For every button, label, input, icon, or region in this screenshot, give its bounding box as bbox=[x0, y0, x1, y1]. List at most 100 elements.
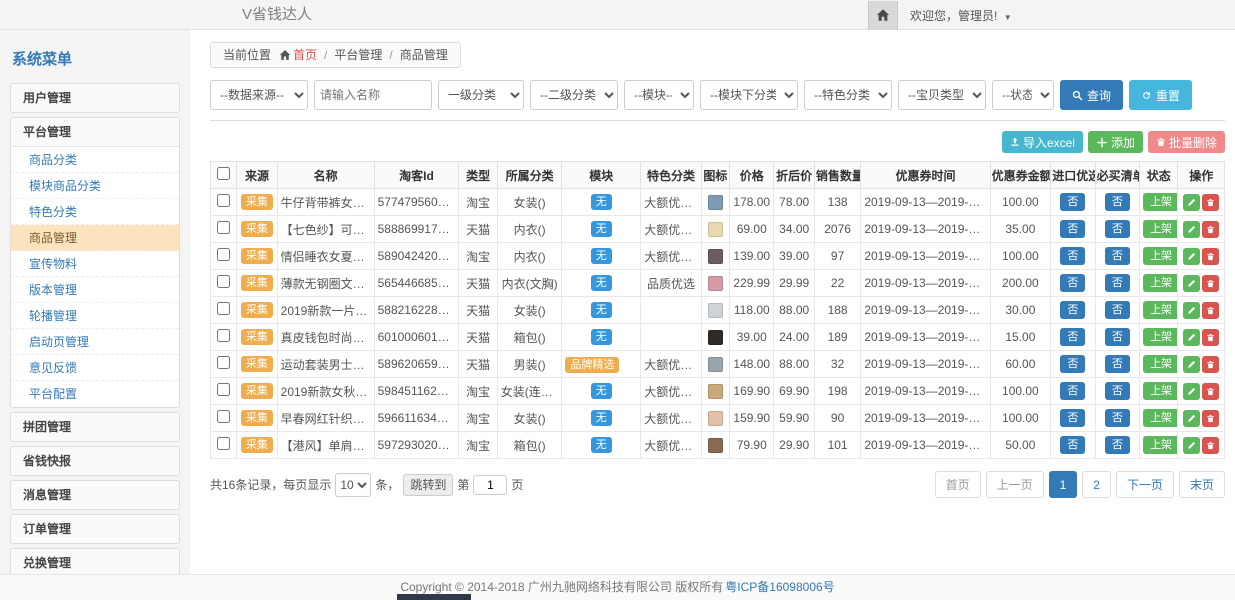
page-number-button[interactable]: 2 bbox=[1082, 471, 1111, 498]
delete-button[interactable] bbox=[1202, 221, 1219, 238]
import-select-toggle[interactable]: 否 bbox=[1060, 436, 1085, 454]
delete-button[interactable] bbox=[1202, 410, 1219, 427]
row-checkbox[interactable] bbox=[217, 437, 230, 450]
batch-delete-button[interactable]: 批量删除 bbox=[1148, 131, 1225, 153]
edit-button[interactable] bbox=[1183, 410, 1200, 427]
delete-button[interactable] bbox=[1202, 302, 1219, 319]
add-button[interactable]: ＋ 添加 bbox=[1088, 131, 1143, 153]
status-toggle[interactable]: 上架 bbox=[1143, 355, 1178, 373]
import-select-toggle[interactable]: 否 bbox=[1060, 193, 1085, 211]
status-toggle[interactable]: 上架 bbox=[1143, 220, 1178, 238]
row-checkbox[interactable] bbox=[217, 356, 230, 369]
edit-button[interactable] bbox=[1183, 194, 1200, 211]
sidebar-item[interactable]: 用户管理 bbox=[11, 84, 179, 112]
filter-select[interactable]: --数据来源-- bbox=[210, 80, 308, 110]
sidebar-subitem[interactable]: 平台配置 bbox=[11, 381, 179, 407]
delete-button[interactable] bbox=[1202, 194, 1219, 211]
sidebar-subitem[interactable]: 模块商品分类 bbox=[11, 173, 179, 199]
import-select-toggle[interactable]: 否 bbox=[1060, 355, 1085, 373]
sidebar-item[interactable]: 兑换管理 bbox=[11, 549, 179, 574]
row-checkbox[interactable] bbox=[217, 410, 230, 423]
delete-button[interactable] bbox=[1202, 383, 1219, 400]
edit-button[interactable] bbox=[1183, 248, 1200, 265]
sidebar-item[interactable]: 拼团管理 bbox=[11, 413, 179, 441]
filter-select[interactable]: --模块-- bbox=[624, 80, 694, 110]
last-page-button[interactable]: 末页 bbox=[1179, 471, 1225, 498]
filter-select[interactable]: 一级分类 bbox=[438, 80, 524, 110]
import-select-toggle[interactable]: 否 bbox=[1060, 247, 1085, 265]
row-checkbox[interactable] bbox=[217, 329, 230, 342]
filter-select[interactable]: --状态-- bbox=[992, 80, 1054, 110]
name-search-input[interactable] bbox=[314, 80, 432, 110]
edit-button[interactable] bbox=[1183, 383, 1200, 400]
import-select-toggle[interactable]: 否 bbox=[1060, 274, 1085, 292]
must-buy-toggle[interactable]: 否 bbox=[1105, 328, 1130, 346]
delete-button[interactable] bbox=[1202, 248, 1219, 265]
sidebar-subitem[interactable]: 商品分类 bbox=[11, 147, 179, 173]
sidebar-subitem[interactable]: 意见反馈 bbox=[11, 355, 179, 381]
status-toggle[interactable]: 上架 bbox=[1143, 436, 1178, 454]
must-buy-toggle[interactable]: 否 bbox=[1105, 436, 1130, 454]
row-checkbox[interactable] bbox=[217, 383, 230, 396]
filter-select[interactable]: --宝贝类型-- bbox=[898, 80, 986, 110]
row-checkbox[interactable] bbox=[217, 194, 230, 207]
sidebar-subitem[interactable]: 宣传物料 bbox=[11, 251, 179, 277]
user-menu[interactable]: 欢迎您，管理员! ▼ bbox=[910, 7, 1012, 24]
reset-button[interactable]: 重置 bbox=[1129, 80, 1192, 110]
per-page-select[interactable]: 10 bbox=[335, 473, 371, 497]
status-toggle[interactable]: 上架 bbox=[1143, 382, 1178, 400]
sidebar-subitem[interactable]: 商品管理 bbox=[11, 225, 179, 251]
icp-link[interactable]: 粤ICP备16098006号 bbox=[725, 580, 834, 594]
edit-button[interactable] bbox=[1183, 329, 1200, 346]
filter-select[interactable]: --特色分类-- bbox=[804, 80, 892, 110]
status-toggle[interactable]: 上架 bbox=[1143, 193, 1178, 211]
home-button[interactable] bbox=[868, 1, 898, 30]
sidebar-subitem[interactable]: 版本管理 bbox=[11, 277, 179, 303]
must-buy-toggle[interactable]: 否 bbox=[1105, 220, 1130, 238]
import-excel-button[interactable]: 导入excel bbox=[1002, 131, 1083, 153]
prev-page-button[interactable]: 上一页 bbox=[986, 471, 1044, 498]
sidebar-item[interactable]: 消息管理 bbox=[11, 481, 179, 509]
must-buy-toggle[interactable]: 否 bbox=[1105, 355, 1130, 373]
filter-select[interactable]: --模块下分类-- bbox=[700, 80, 798, 110]
sidebar-subitem[interactable]: 启动页管理 bbox=[11, 329, 179, 355]
edit-button[interactable] bbox=[1183, 437, 1200, 454]
next-page-button[interactable]: 下一页 bbox=[1116, 471, 1174, 498]
status-toggle[interactable]: 上架 bbox=[1143, 409, 1178, 427]
sidebar-subitem[interactable]: 特色分类 bbox=[11, 199, 179, 225]
must-buy-toggle[interactable]: 否 bbox=[1105, 193, 1130, 211]
must-buy-toggle[interactable]: 否 bbox=[1105, 382, 1130, 400]
edit-button[interactable] bbox=[1183, 302, 1200, 319]
select-all-checkbox[interactable] bbox=[217, 167, 230, 180]
first-page-button[interactable]: 首页 bbox=[935, 471, 981, 498]
import-select-toggle[interactable]: 否 bbox=[1060, 328, 1085, 346]
row-checkbox[interactable] bbox=[217, 248, 230, 261]
edit-button[interactable] bbox=[1183, 275, 1200, 292]
import-select-toggle[interactable]: 否 bbox=[1060, 382, 1085, 400]
status-toggle[interactable]: 上架 bbox=[1143, 301, 1178, 319]
import-select-toggle[interactable]: 否 bbox=[1060, 301, 1085, 319]
sidebar-item[interactable]: 省钱快报 bbox=[11, 447, 179, 475]
breadcrumb-platform-link[interactable]: 平台管理 bbox=[334, 48, 382, 62]
must-buy-toggle[interactable]: 否 bbox=[1105, 301, 1130, 319]
filter-select[interactable]: --二级分类-- bbox=[530, 80, 618, 110]
delete-button[interactable] bbox=[1202, 437, 1219, 454]
jump-button[interactable]: 跳转到 bbox=[403, 474, 453, 496]
row-checkbox[interactable] bbox=[217, 302, 230, 315]
must-buy-toggle[interactable]: 否 bbox=[1105, 247, 1130, 265]
must-buy-toggle[interactable]: 否 bbox=[1105, 409, 1130, 427]
jump-page-input[interactable] bbox=[473, 475, 507, 495]
must-buy-toggle[interactable]: 否 bbox=[1105, 274, 1130, 292]
status-toggle[interactable]: 上架 bbox=[1143, 247, 1178, 265]
delete-button[interactable] bbox=[1202, 275, 1219, 292]
sidebar-item[interactable]: 订单管理 bbox=[11, 515, 179, 543]
row-checkbox[interactable] bbox=[217, 221, 230, 234]
edit-button[interactable] bbox=[1183, 356, 1200, 373]
search-button[interactable]: 查询 bbox=[1060, 80, 1123, 110]
sidebar-item[interactable]: 平台管理 bbox=[11, 118, 179, 146]
row-checkbox[interactable] bbox=[217, 275, 230, 288]
import-select-toggle[interactable]: 否 bbox=[1060, 220, 1085, 238]
delete-button[interactable] bbox=[1202, 356, 1219, 373]
edit-button[interactable] bbox=[1183, 221, 1200, 238]
breadcrumb-home-link[interactable]: 首页 bbox=[293, 48, 317, 62]
